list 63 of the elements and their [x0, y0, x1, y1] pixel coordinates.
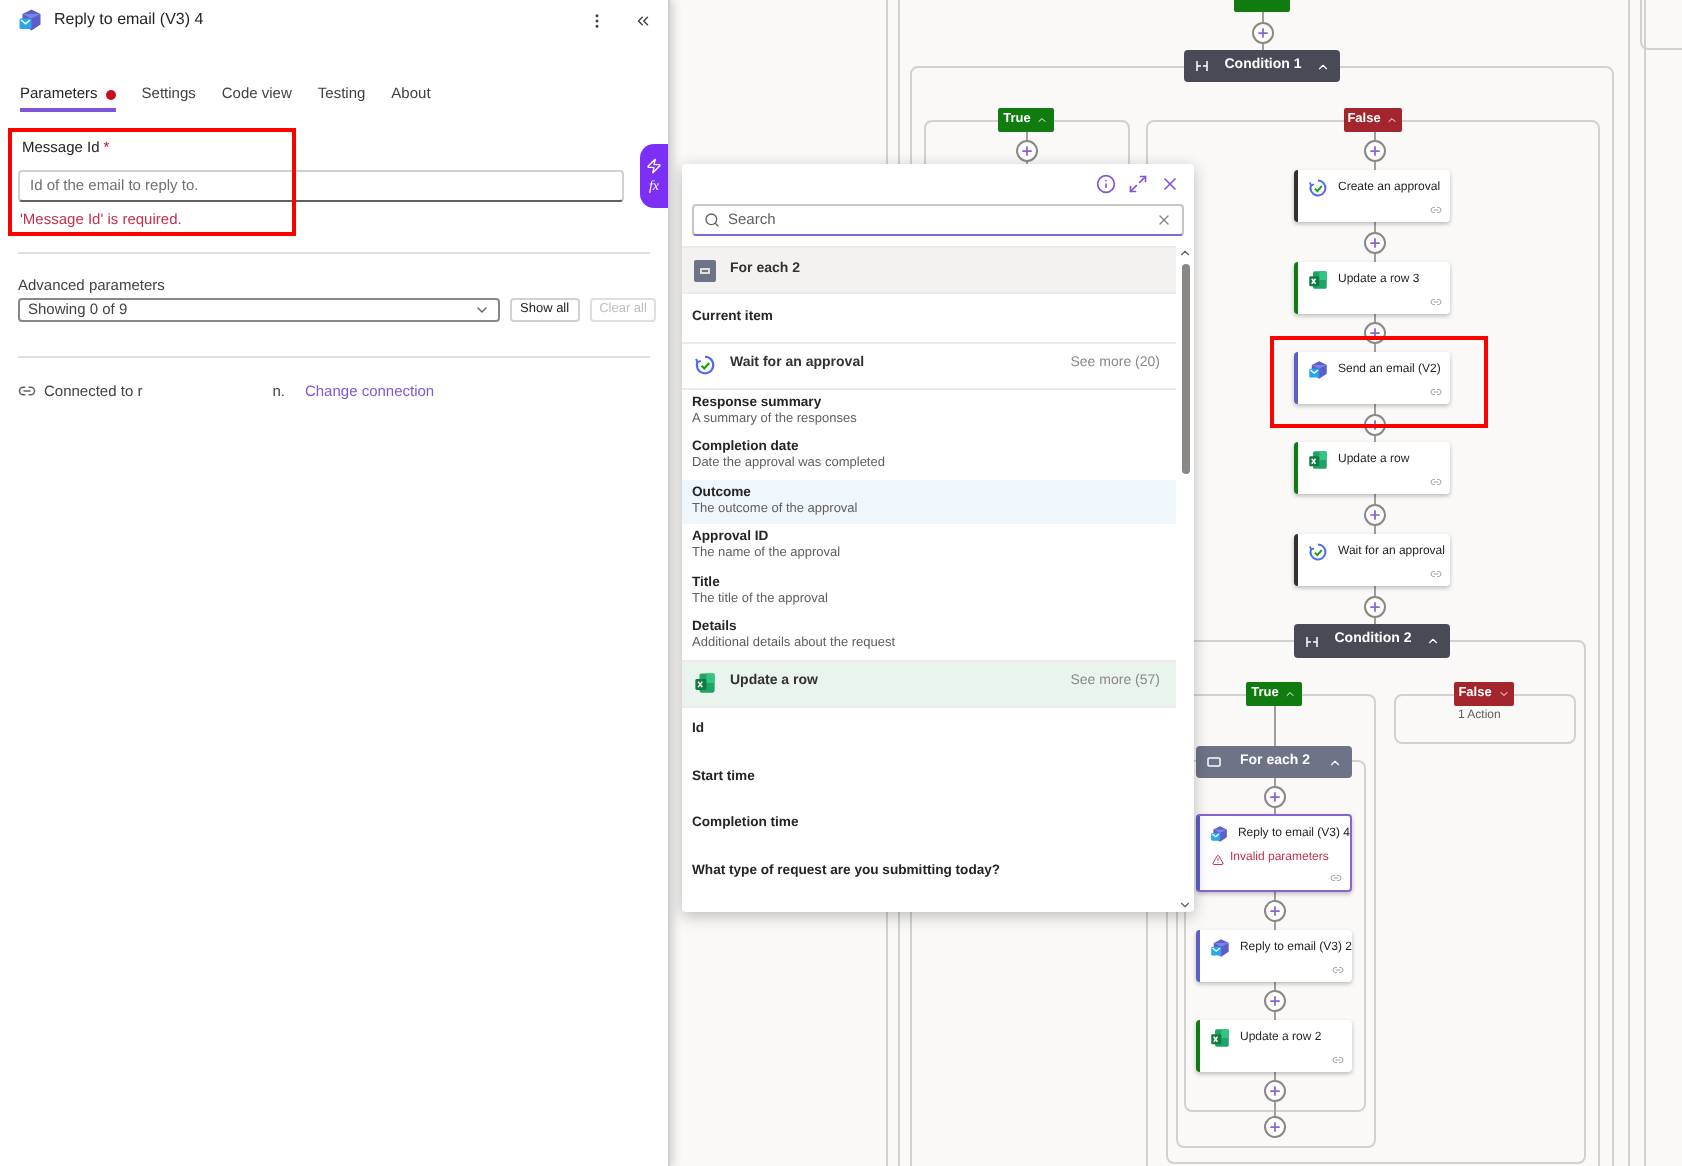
- scrollbar[interactable]: [1176, 246, 1194, 912]
- collapse-icon[interactable]: [634, 11, 652, 29]
- condition-icon: [1194, 58, 1210, 74]
- plus-icon: [1256, 26, 1270, 40]
- plus-icon: [1368, 418, 1382, 432]
- plus-icon: [1268, 994, 1282, 1008]
- add-step-button[interactable]: [1264, 990, 1286, 1012]
- add-step-button[interactable]: [1264, 1116, 1286, 1138]
- loop-icon: [1206, 754, 1222, 770]
- plus-icon: [1268, 1120, 1282, 1134]
- link-icon: [1330, 872, 1342, 884]
- mail-icon: [1210, 824, 1228, 844]
- link-icon: [1430, 204, 1442, 216]
- scroll-up-icon[interactable]: [1178, 246, 1192, 260]
- search-icon: [704, 212, 720, 228]
- condition-icon: [1304, 633, 1320, 649]
- plus-icon: [1368, 326, 1382, 340]
- link-icon: [1332, 964, 1344, 976]
- mail-icon: [1308, 360, 1328, 380]
- plus-icon: [1020, 144, 1034, 158]
- spreadsheet-icon: [1210, 1028, 1230, 1048]
- plus-icon: [1368, 600, 1382, 614]
- close-icon[interactable]: [1160, 174, 1180, 194]
- expand-icon[interactable]: [1128, 174, 1148, 194]
- link-icon: [1430, 568, 1442, 580]
- add-step-button[interactable]: [1364, 232, 1386, 254]
- link-icon: [1430, 296, 1442, 308]
- add-step-button[interactable]: [1252, 22, 1274, 44]
- approval-icon: [1308, 178, 1328, 198]
- info-icon[interactable]: [1096, 174, 1116, 194]
- warning-icon: [1212, 853, 1224, 865]
- add-step-button[interactable]: [1016, 140, 1038, 162]
- plus-icon: [1268, 790, 1282, 804]
- link-icon: [1430, 386, 1442, 398]
- approval-icon: [694, 354, 716, 376]
- panel-title: Reply to email (V3) 4: [54, 8, 206, 32]
- add-step-button[interactable]: [1364, 140, 1386, 162]
- add-step-button[interactable]: [1264, 786, 1286, 808]
- approval-icon: [1308, 542, 1328, 562]
- lightning-icon[interactable]: [646, 158, 662, 174]
- add-step-button[interactable]: [1364, 504, 1386, 526]
- plus-icon: [1268, 904, 1282, 918]
- chevron-icon[interactable]: [1316, 59, 1330, 73]
- spreadsheet-icon: [694, 672, 716, 694]
- plus-icon: [1368, 236, 1382, 250]
- loop-icon: [694, 259, 716, 281]
- chevron-icon[interactable]: [1426, 634, 1440, 648]
- mail-icon: [1210, 938, 1230, 958]
- link-icon: [1332, 1054, 1344, 1066]
- spreadsheet-icon: [1308, 270, 1328, 290]
- add-step-button[interactable]: [1264, 900, 1286, 922]
- spreadsheet-icon: [1308, 450, 1328, 470]
- clear-icon[interactable]: [1156, 212, 1172, 228]
- link-icon: [18, 382, 36, 401]
- mail-icon: [18, 8, 42, 32]
- plus-icon: [1268, 1084, 1282, 1098]
- plus-icon: [1368, 508, 1382, 522]
- scroll-down-icon[interactable]: [1178, 898, 1192, 912]
- add-step-button[interactable]: [1264, 1080, 1286, 1102]
- chevron-icon[interactable]: [1328, 755, 1342, 769]
- add-step-button[interactable]: [1364, 596, 1386, 618]
- link-icon: [1430, 476, 1442, 488]
- plus-icon: [1368, 144, 1382, 158]
